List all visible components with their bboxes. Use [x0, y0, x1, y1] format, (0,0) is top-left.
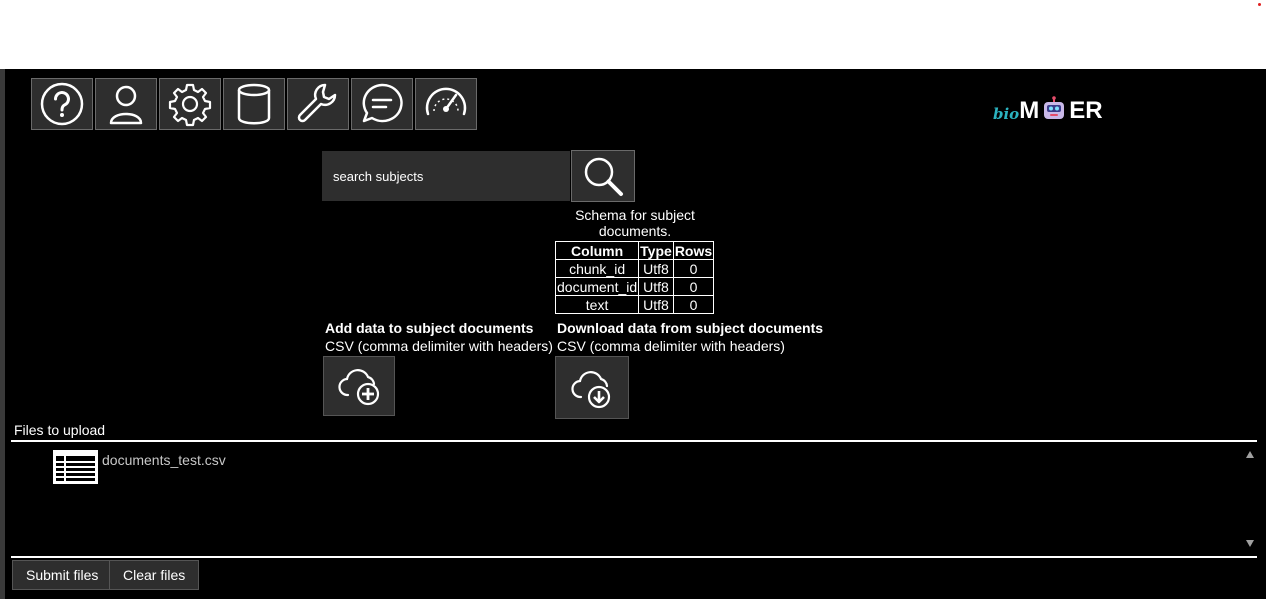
user-icon: [109, 85, 143, 125]
tools-button[interactable]: [287, 78, 349, 130]
cell-type: Utf8: [638, 259, 674, 278]
table-row: chunk_id Utf8 0: [554, 259, 715, 278]
chat-button[interactable]: [351, 78, 413, 130]
cell-column: text: [554, 295, 640, 314]
table-row: document_id Utf8 0: [554, 277, 715, 296]
left-edge: [0, 69, 5, 599]
search-bar: [322, 150, 635, 202]
cell-rows: 0: [672, 277, 715, 296]
user-button[interactable]: [95, 78, 157, 130]
wrench-icon: [297, 83, 337, 123]
robot-icon: [1041, 95, 1067, 127]
download-button[interactable]: [555, 356, 629, 419]
schema-header-row: Column Type Rows: [554, 241, 715, 260]
cell-column: chunk_id: [554, 259, 640, 278]
status-dot: [1258, 3, 1261, 6]
schema-caption: Schema for subject documents.: [575, 207, 695, 239]
logo-letter: M: [1019, 97, 1040, 124]
files-to-upload-label: Files to upload: [14, 422, 106, 438]
cell-type: Utf8: [638, 277, 674, 296]
cell-rows: 0: [672, 259, 715, 278]
file-name: documents_test.csv: [102, 452, 226, 468]
submit-files-button[interactable]: Submit files: [12, 560, 113, 590]
scroll-down-arrow-icon[interactable]: [1246, 540, 1254, 547]
browser-blank-area: [0, 0, 1266, 69]
download-data-format: CSV (comma delimiter with headers): [557, 338, 785, 354]
database-icon: [237, 83, 271, 125]
dashboard-button[interactable]: [415, 78, 477, 130]
settings-button[interactable]: [159, 78, 221, 130]
cloud-download-icon: [571, 370, 611, 408]
database-button[interactable]: [223, 78, 285, 130]
add-data-format: CSV (comma delimiter with headers): [325, 338, 553, 354]
app-root: bio M ER Schema for subject documents.: [0, 69, 1266, 599]
settings-icon: [168, 83, 212, 127]
logo-suffix: ER: [1069, 97, 1103, 124]
table-row: text Utf8 0: [554, 295, 715, 314]
toolbar: [31, 78, 479, 130]
cell-type: Utf8: [638, 295, 674, 314]
app-logo: bio M ER: [993, 95, 1103, 127]
file-list[interactable]: documents_test.csv: [11, 440, 1257, 558]
column-header-rows: Rows: [672, 241, 715, 260]
cloud-add-icon: [338, 369, 380, 406]
dashboard-icon: [425, 87, 467, 116]
help-icon: [40, 82, 84, 126]
add-data-title: Add data to subject documents: [325, 320, 534, 336]
logo-prefix: bio: [993, 105, 1020, 123]
download-data-title: Download data from subject documents: [557, 320, 824, 336]
help-button[interactable]: [31, 78, 93, 130]
csv-file-icon: [53, 450, 98, 484]
column-header-type: Type: [638, 241, 674, 260]
cell-column: document_id: [554, 277, 640, 296]
scroll-up-arrow-icon[interactable]: [1246, 451, 1254, 458]
list-item[interactable]: documents_test.csv: [52, 449, 226, 485]
cell-rows: 0: [672, 295, 715, 314]
column-header-column: Column: [554, 241, 640, 260]
chat-icon: [362, 83, 403, 123]
search-icon: [584, 157, 623, 196]
search-input[interactable]: [322, 151, 570, 201]
search-button[interactable]: [571, 150, 635, 202]
clear-files-button[interactable]: Clear files: [109, 560, 200, 590]
upload-button[interactable]: [323, 356, 395, 416]
schema-table: Column Type Rows chunk_id Utf8 0 documen…: [554, 241, 715, 314]
